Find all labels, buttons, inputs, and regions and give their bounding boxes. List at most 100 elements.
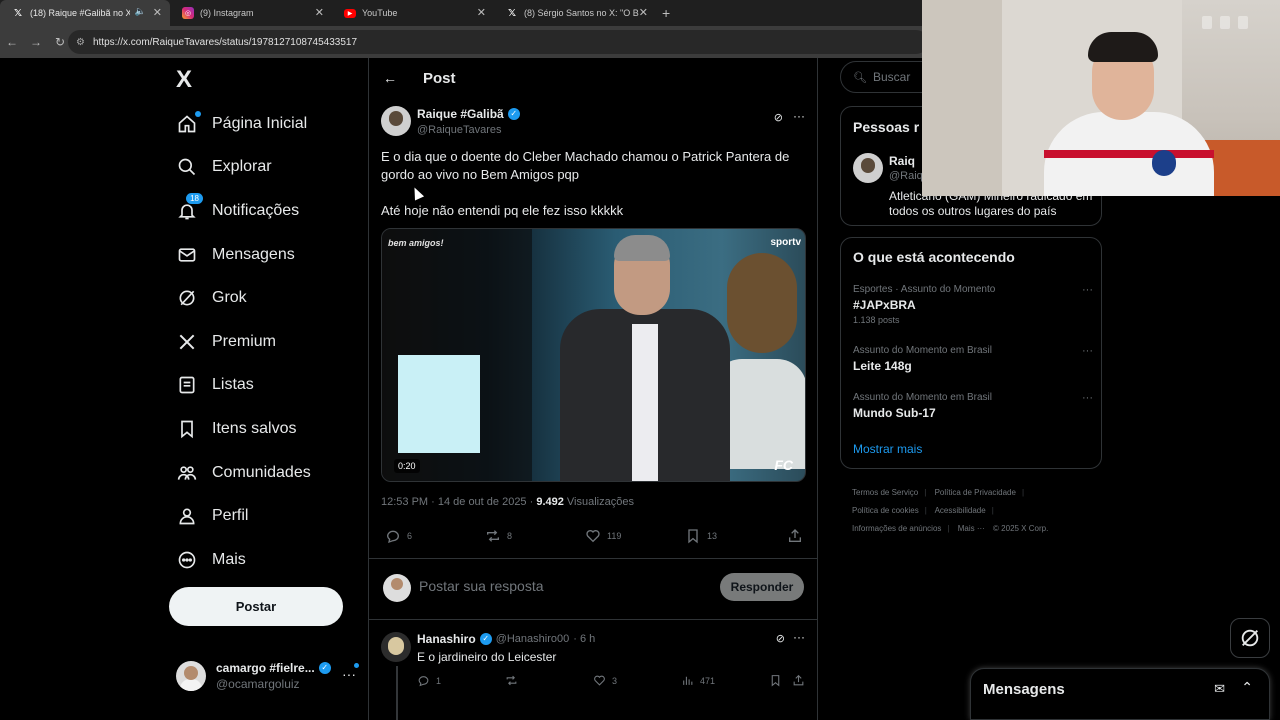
share-button[interactable] <box>787 528 809 544</box>
reply-button[interactable]: 1 <box>417 674 441 687</box>
sidebar-item-lists[interactable]: Listas <box>176 364 311 408</box>
close-tab-icon[interactable]: ✕ <box>639 6 648 19</box>
trend-name: Leite 148g <box>853 359 912 373</box>
person-name[interactable]: Raiq <box>889 154 915 168</box>
tab-raique-post[interactable]: 𝕏 (18) Raique #Galibã no X: "E 🔈 ✕ <box>0 0 170 26</box>
video-presenter-hair <box>614 235 670 261</box>
avatar[interactable] <box>381 106 411 136</box>
mail-icon <box>176 244 198 266</box>
sidebar-item-label: Listas <box>212 376 254 394</box>
sidebar-item-communities[interactable]: Comunidades <box>176 451 311 495</box>
reply-submit-button[interactable]: Responder <box>720 573 804 601</box>
more-options-icon[interactable]: ··· <box>1082 392 1093 404</box>
webcam-person-hair <box>1088 32 1158 62</box>
trend-item[interactable]: Assunto do Momento em Brasil Leite 148g … <box>853 345 1093 373</box>
avatar <box>176 661 206 691</box>
tab-title: (9) Instagram <box>200 8 254 18</box>
tab-instagram[interactable]: ◎ (9) Instagram ✕ <box>170 0 332 26</box>
share-button[interactable] <box>792 674 811 687</box>
comment[interactable]: Hanashiro ✓ @Hanashiro00 · 6 h ⊘ ··· E o… <box>369 622 817 720</box>
comment-author-name[interactable]: Hanashiro <box>417 632 476 646</box>
show-more-link[interactable]: Mostrar mais <box>853 442 922 456</box>
like-button[interactable]: 3 <box>593 674 617 687</box>
tab-title: (18) Raique #Galibã no X: "E <box>30 8 130 18</box>
bookmark-button[interactable] <box>769 674 788 687</box>
video-player[interactable]: bem amigos! sportv FC 0:20 <box>381 228 806 482</box>
footer-link[interactable]: Política de cookies <box>852 506 919 515</box>
tab-sergio-post[interactable]: 𝕏 (8) Sérgio Santos no X: "O Bom ✕ <box>494 0 656 26</box>
close-tab-icon[interactable]: ✕ <box>315 6 324 19</box>
post-timestamp[interactable]: 12:53 PM · 14 de out de 2025 · <box>381 496 536 508</box>
post-button[interactable]: Postar <box>169 587 343 626</box>
grok-icon[interactable]: ⊘ <box>776 632 785 645</box>
new-message-icon[interactable]: ✉ <box>1214 681 1225 697</box>
repost-button[interactable] <box>505 674 524 687</box>
close-tab-icon[interactable]: ✕ <box>477 6 486 19</box>
trend-item[interactable]: Assunto do Momento em Brasil Mundo Sub-1… <box>853 392 1093 420</box>
back-arrow-icon[interactable]: ← <box>0 35 24 49</box>
messages-drawer[interactable]: Mensagens ✉ ⌃ <box>970 668 1270 720</box>
post-author: Raique #Galibã ✓ @RaiqueTavares ⊘ ··· <box>381 106 805 142</box>
grok-floating-button[interactable] <box>1230 618 1270 658</box>
sidebar-item-home[interactable]: Página Inicial <box>176 102 311 146</box>
sidebar-item-profile[interactable]: Perfil <box>176 494 311 538</box>
url-input[interactable]: ⚙ https://x.com/RaiqueTavares/status/197… <box>68 30 928 54</box>
views-button[interactable]: 471 <box>681 674 715 687</box>
sidebar-item-label: Grok <box>212 289 247 307</box>
account-switcher[interactable]: camargo #fielre... ✓ @ocamargoluiz ··· <box>176 656 359 696</box>
repost-button[interactable]: 8 <box>485 528 512 544</box>
author-handle[interactable]: @RaiqueTavares <box>417 124 520 136</box>
like-button[interactable]: 119 <box>585 528 621 544</box>
account-more-icon[interactable]: ··· <box>342 663 359 682</box>
webcam-jersey-stripe <box>1044 150 1214 158</box>
footer-link[interactable]: Mais ··· <box>958 524 985 533</box>
expand-drawer-icon[interactable]: ⌃ <box>1241 679 1253 696</box>
instagram-favicon-icon: ◎ <box>182 7 194 19</box>
trend-name: #JAPxBRA <box>853 298 916 312</box>
sidebar-item-more[interactable]: Mais <box>176 538 311 582</box>
more-options-icon[interactable]: ··· <box>1082 345 1093 357</box>
comment-author-handle[interactable]: @Hanashiro00 <box>496 633 570 645</box>
webcam-jersey-crest <box>1152 150 1176 176</box>
footer-link[interactable]: Termos de Serviço <box>852 488 918 497</box>
reply-button[interactable]: 6 <box>385 528 412 544</box>
footer-link[interactable]: Informações de anúncios <box>852 524 941 533</box>
footer-link[interactable]: Acessibilidade <box>935 506 986 515</box>
x-logo-icon[interactable]: X <box>176 66 192 94</box>
trend-item[interactable]: Esportes · Assunto do Momento #JAPxBRA 1… <box>853 284 1093 325</box>
reply-input[interactable]: Postar sua resposta <box>419 578 544 594</box>
page-title: Post <box>423 69 456 87</box>
sidebar-item-label: Notificações <box>212 201 300 219</box>
new-tab-icon[interactable]: + <box>662 5 670 21</box>
sidebar-item-explore[interactable]: Explorar <box>176 146 311 190</box>
youtube-favicon-icon: ▶ <box>344 8 356 18</box>
more-options-icon[interactable]: ··· <box>793 109 805 123</box>
trend-context: Esportes · Assunto do Momento <box>853 284 996 295</box>
more-options-icon[interactable]: ··· <box>1082 284 1093 296</box>
more-options-icon[interactable]: ··· <box>793 630 805 644</box>
speaker-icon[interactable]: 🔈 <box>135 6 146 17</box>
avatar[interactable] <box>381 632 411 662</box>
footer-link[interactable]: Política de Privacidade <box>935 488 1016 497</box>
author-name[interactable]: Raique #Galibã <box>417 107 504 121</box>
tab-youtube[interactable]: ▶ YouTube ✕ <box>332 0 494 26</box>
reply-count: 6 <box>407 531 413 541</box>
sidebar-item-bookmarks[interactable]: Itens salvos <box>176 407 311 451</box>
avatar[interactable] <box>853 153 883 183</box>
sidebar-item-premium[interactable]: Premium <box>176 320 311 364</box>
bookmark-button[interactable]: 13 <box>685 528 717 544</box>
comment-time[interactable]: · 6 h <box>573 633 595 645</box>
person-handle[interactable]: @Raiq <box>889 170 923 182</box>
views-count: 471 <box>700 675 716 686</box>
sidebar-item-notifications[interactable]: 18 Notificações <box>176 189 311 233</box>
forward-arrow-icon[interactable]: → <box>24 35 48 49</box>
account-name: camargo #fielre... <box>216 661 315 675</box>
site-info-icon[interactable]: ⚙ <box>76 37 85 48</box>
back-arrow-icon[interactable]: ← <box>383 70 397 86</box>
sidebar-item-grok[interactable]: Grok <box>176 276 311 320</box>
grok-icon[interactable]: ⊘ <box>774 111 783 124</box>
reply-icon <box>386 530 399 544</box>
sidebar-item-messages[interactable]: Mensagens <box>176 233 311 277</box>
close-tab-icon[interactable]: ✕ <box>153 6 162 19</box>
notification-badge: 18 <box>186 192 203 204</box>
